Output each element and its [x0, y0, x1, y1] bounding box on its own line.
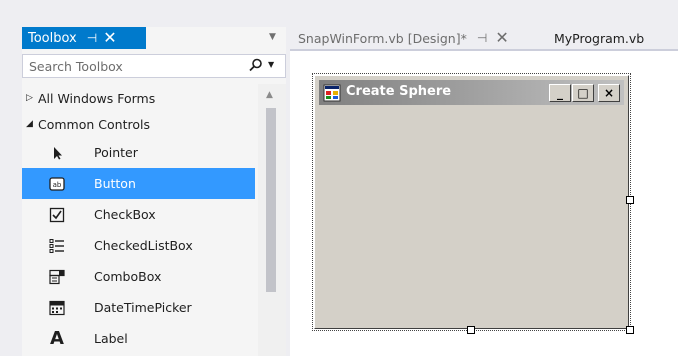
- tool-item-checkbox[interactable]: CheckBox: [22, 199, 255, 230]
- tab-label: SnapWinForm.vb [Design]*: [298, 30, 467, 46]
- tool-item-checkedlistbox[interactable]: CheckedListBox: [22, 230, 255, 261]
- form-window[interactable]: Create Sphere _ □ ×: [314, 75, 629, 329]
- close-icon[interactable]: ✕: [103, 30, 116, 46]
- tab-designer[interactable]: SnapWinForm.vb [Design]* ⊣ ✕: [290, 27, 509, 49]
- svg-text:ab: ab: [53, 181, 62, 189]
- tool-label: CheckBox: [94, 207, 156, 222]
- group-label: Common Controls: [38, 116, 150, 132]
- close-button[interactable]: ×: [598, 84, 620, 102]
- tool-label: Pointer: [94, 145, 138, 160]
- form-app-icon: [323, 84, 341, 102]
- scroll-up-icon[interactable]: ▲: [266, 90, 273, 100]
- chevron-down-icon[interactable]: ▼: [269, 32, 276, 42]
- toolbox-panel: Toolbox ⊣ ✕ ▼ ▼ ▷ All Windows Forms ◢ Co…: [22, 27, 286, 356]
- close-icon[interactable]: ✕: [495, 30, 508, 46]
- search-input[interactable]: [23, 55, 233, 77]
- toolbox-tab[interactable]: Toolbox ⊣ ✕: [22, 27, 146, 49]
- tool-label: DateTimePicker: [94, 300, 192, 315]
- scroll-thumb[interactable]: [266, 108, 276, 292]
- checkbox-icon: [48, 206, 66, 224]
- form-title: Create Sphere: [346, 84, 452, 99]
- maximize-button[interactable]: □: [572, 84, 594, 102]
- toolbox-title: Toolbox: [28, 30, 77, 46]
- combobox-icon: [48, 268, 66, 286]
- tool-label: CheckedListBox: [94, 238, 193, 253]
- group-all-windows-forms[interactable]: ▷ All Windows Forms: [22, 87, 258, 109]
- minimize-button[interactable]: _: [549, 84, 571, 102]
- resize-handle-right[interactable]: [626, 196, 634, 204]
- search-icon[interactable]: [249, 58, 263, 75]
- button-icon: ab: [48, 175, 66, 193]
- collapse-arrow-icon[interactable]: ◢: [26, 119, 38, 129]
- search-options-icon[interactable]: ▼: [268, 60, 274, 69]
- tool-item-pointer[interactable]: Pointer: [22, 137, 255, 168]
- tool-item-datetimepicker[interactable]: DateTimePicker: [22, 292, 255, 323]
- toolbox-header: Toolbox ⊣ ✕ ▼: [22, 27, 286, 49]
- resize-handle-corner[interactable]: [626, 326, 634, 334]
- group-common-controls[interactable]: ◢ Common Controls: [22, 113, 258, 135]
- tool-label: Button: [94, 176, 136, 191]
- pin-icon[interactable]: ⊣: [87, 31, 97, 45]
- tool-item-label[interactable]: A Label: [22, 323, 255, 354]
- group-label: All Windows Forms: [38, 90, 156, 106]
- expand-arrow-icon[interactable]: ▷: [26, 93, 38, 103]
- tool-item-button[interactable]: ab Button: [22, 168, 255, 199]
- resize-handle-bottom[interactable]: [467, 326, 475, 334]
- tab-label: MyProgram.vb: [554, 30, 645, 46]
- tool-item-combobox[interactable]: ComboBox: [22, 261, 255, 292]
- search-box[interactable]: ▼: [22, 54, 286, 78]
- pointer-icon: [48, 144, 66, 162]
- tool-label: ComboBox: [94, 269, 162, 284]
- tool-label: Label: [94, 331, 128, 346]
- tab-program[interactable]: MyProgram.vb: [554, 27, 644, 49]
- pin-icon[interactable]: ⊣: [477, 31, 487, 45]
- form-titlebar[interactable]: Create Sphere _ □ ×: [319, 80, 624, 105]
- datetimepicker-icon: [48, 299, 66, 317]
- document-tabs: SnapWinForm.vb [Design]* ⊣ ✕ MyProgram.v…: [290, 27, 678, 49]
- toolbox-scrollbar[interactable]: ▲: [258, 84, 286, 356]
- label-icon: A: [50, 328, 64, 349]
- checkedlistbox-icon: [48, 237, 66, 255]
